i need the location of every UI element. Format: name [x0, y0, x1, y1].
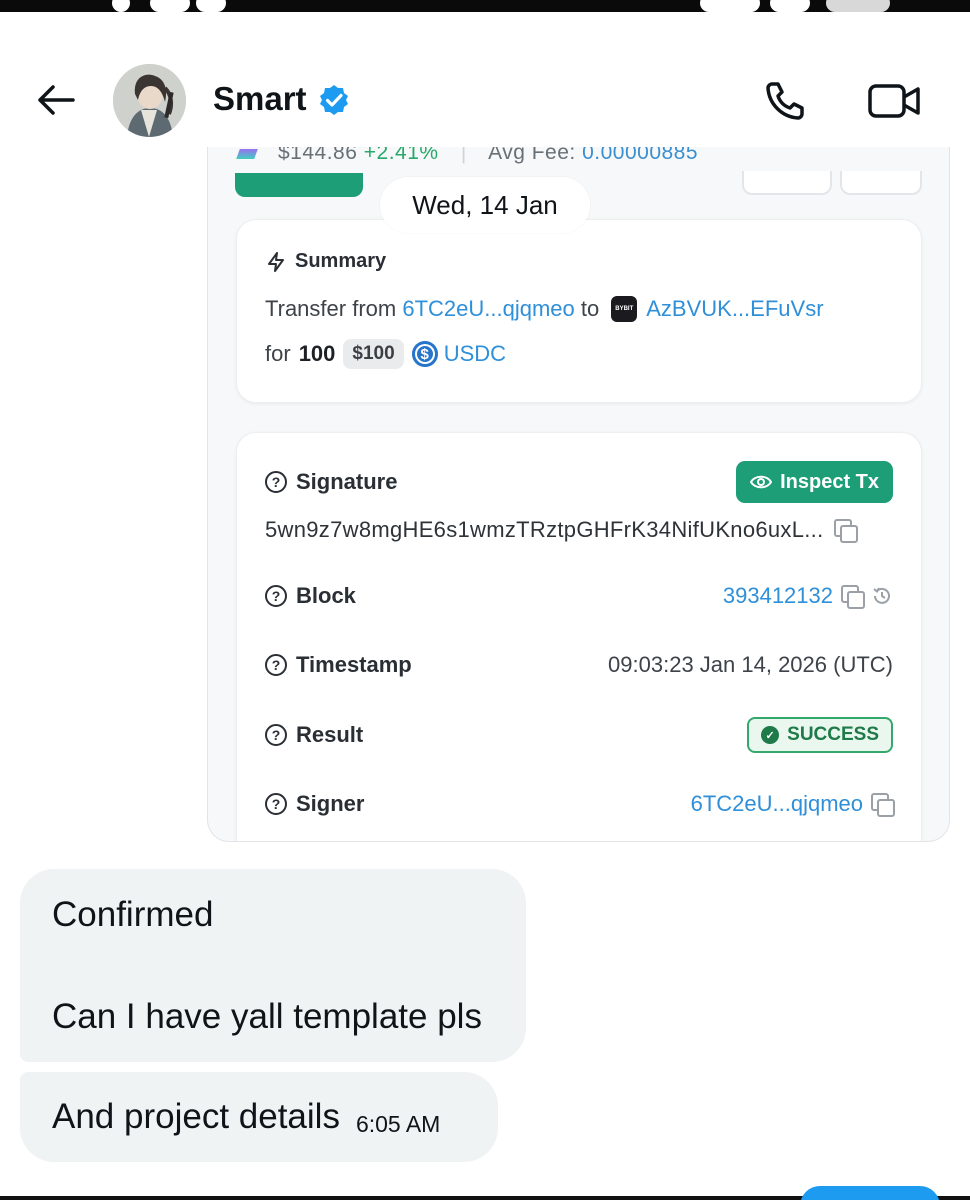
timestamp-label-text: Timestamp — [296, 652, 412, 677]
copy-icon[interactable] — [833, 519, 858, 543]
block-number-link[interactable]: 393412132 — [723, 583, 833, 609]
history-icon[interactable] — [871, 585, 893, 607]
avg-fee-value: 0.00000885 — [582, 147, 699, 164]
solana-logo-icon — [236, 149, 258, 159]
usd-value-chip: $100 — [343, 339, 404, 369]
help-icon: ? — [265, 793, 287, 815]
summary-line-amount: for 100 $100 $ USDC — [265, 339, 506, 369]
block-label-text: Block — [296, 583, 356, 608]
image-attachment[interactable]: $144.86 +2.41% | Avg Fee: 0.00000885 Sum… — [207, 147, 950, 842]
message-text-line: Can I have yall template pls — [52, 997, 482, 1036]
signature-value: 5wn9z7w8mgHE6s1wmzTRztpGHFrK34NifUKno6ux… — [265, 517, 858, 543]
signature-hash: 5wn9z7w8mgHE6s1wmzTRztpGHFrK34NifUKno6ux… — [265, 517, 824, 542]
status-bar-glyph — [150, 0, 190, 12]
signer-label-text: Signer — [296, 791, 365, 816]
block-value: 393412132 — [723, 583, 893, 609]
date-separator: Wed, 14 Jan — [380, 177, 590, 233]
avg-fee-label: Avg Fee: — [488, 147, 576, 164]
message-text: And project details — [52, 1097, 340, 1136]
timestamp-value: 09:03:23 Jan 14, 2026 (UTC) — [608, 652, 893, 677]
usdc-token-icon: $ — [411, 341, 438, 367]
message-bubble[interactable]: And project details 6:05 AM — [20, 1072, 498, 1162]
summary-title: Summary — [265, 250, 386, 273]
contact-name[interactable]: Smart — [213, 80, 307, 118]
sol-change: +2.41% — [363, 147, 439, 164]
signature-label: ? Signature — [265, 469, 397, 495]
from-address-link[interactable]: 6TC2eU...qjqmeo — [402, 296, 574, 322]
signer-address-link[interactable]: 6TC2eU...qjqmeo — [691, 791, 863, 817]
amount-value: 100 — [298, 341, 336, 366]
status-bar — [0, 0, 970, 12]
status-bar-glyph — [112, 0, 130, 12]
success-badge: ✓ SUCCESS — [747, 717, 893, 753]
message-timestamp: 6:05 AM — [355, 1110, 441, 1137]
help-icon: ? — [265, 585, 287, 607]
message-bubble[interactable]: Confirmed Can I have yall template pls — [20, 869, 526, 1062]
to-address-link[interactable]: AzBVUK...EFuVsr — [646, 296, 823, 322]
arrow-left-icon — [38, 85, 75, 115]
result-value: ✓ SUCCESS — [747, 717, 893, 753]
avatar[interactable] — [113, 64, 186, 137]
cropped-pill — [840, 171, 922, 195]
inspect-tx-button[interactable]: Inspect Tx — [736, 461, 893, 503]
cropped-blue-button[interactable] — [800, 1186, 940, 1200]
back-button[interactable] — [28, 78, 82, 122]
voice-call-button[interactable] — [762, 78, 814, 124]
eye-icon — [750, 475, 773, 489]
cropped-green-button — [235, 173, 363, 197]
success-text: SUCCESS — [787, 724, 879, 745]
summary-title-text: Summary — [295, 250, 387, 272]
sol-price: $144.86 — [278, 147, 358, 164]
status-bar-glyph — [770, 0, 810, 12]
message-text-line: Confirmed — [52, 895, 214, 934]
verified-badge-icon — [320, 85, 348, 115]
check-circle-icon: ✓ — [761, 726, 780, 744]
result-label-text: Result — [296, 722, 364, 747]
status-bar-glyph — [700, 0, 760, 12]
status-bar-glyph — [196, 0, 226, 12]
for-label: for — [265, 341, 291, 366]
cropped-stats-row: $144.86 +2.41% | Avg Fee: 0.00000885 — [236, 147, 699, 165]
signature-label-text: Signature — [296, 469, 398, 494]
lightning-icon — [268, 251, 284, 272]
inspect-tx-label: Inspect Tx — [780, 470, 879, 493]
result-label: ? Result — [265, 722, 363, 748]
bybit-logo-icon: BYBIT — [611, 296, 638, 322]
block-label: ? Block — [265, 583, 356, 609]
cropped-pill — [742, 171, 832, 195]
summary-line-transfer: Transfer from 6TC2eU...qjqmeo to BYBIT AzB… — [265, 296, 824, 322]
signer-label: ? Signer — [265, 791, 364, 817]
help-icon: ? — [265, 724, 287, 746]
copy-icon[interactable] — [871, 793, 895, 817]
divider: | — [460, 147, 467, 164]
timestamp-label: ? Timestamp — [265, 652, 412, 678]
phone-icon — [766, 82, 804, 120]
to-label: to — [580, 296, 600, 321]
conversation-header: Smart — [0, 12, 970, 147]
copy-icon[interactable] — [841, 585, 865, 609]
signer-value: 6TC2eU...qjqmeo — [691, 791, 895, 817]
summary-card: Summary Transfer from 6TC2eU...qjqmeo to… — [236, 219, 922, 403]
battery-icon — [826, 0, 890, 12]
avatar-image — [113, 64, 186, 137]
video-call-button[interactable] — [866, 80, 924, 122]
transaction-details-card: ? Signature Inspect Tx 5wn9z7w8mgHE6s1wm… — [236, 432, 922, 841]
help-icon: ? — [265, 471, 287, 493]
token-link[interactable]: USDC — [444, 341, 506, 367]
video-camera-icon — [868, 84, 920, 118]
transfer-from-label: Transfer from — [265, 296, 397, 321]
help-icon: ? — [265, 654, 287, 676]
